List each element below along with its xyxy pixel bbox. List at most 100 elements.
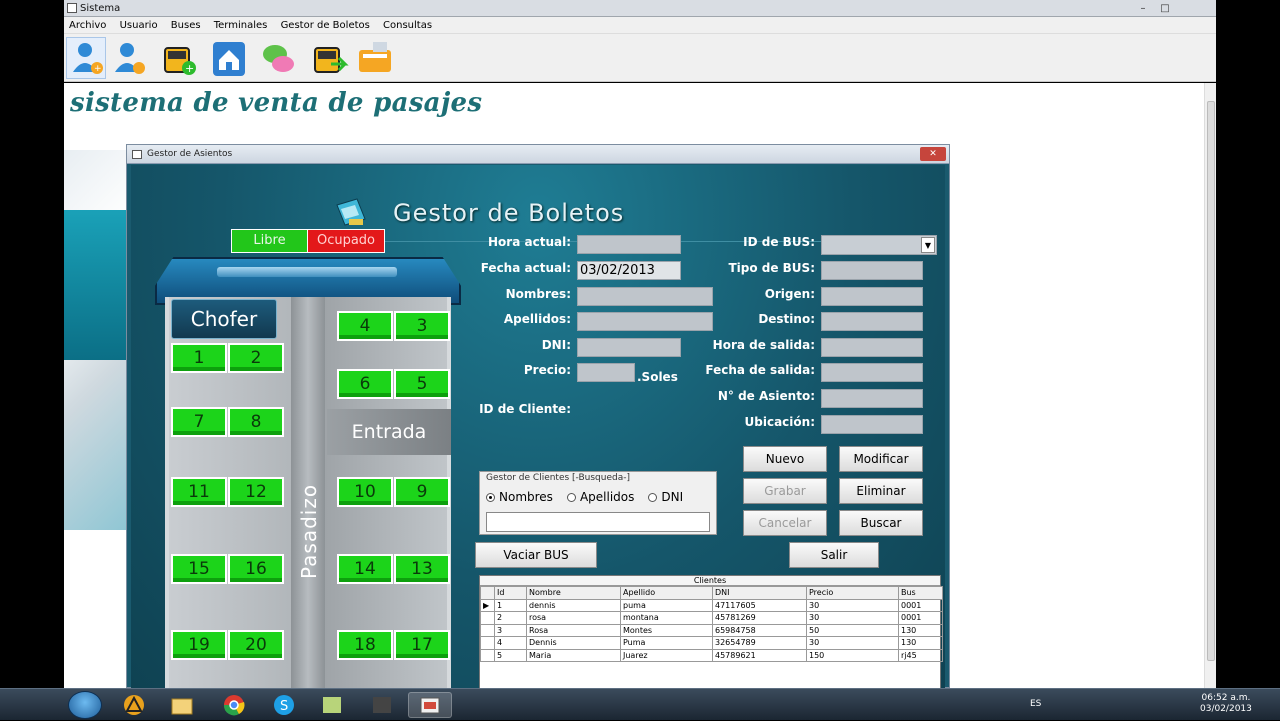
start-button[interactable] (68, 691, 102, 719)
seat-18[interactable]: 18 (337, 630, 393, 660)
origen-field[interactable] (821, 287, 923, 306)
cell: 4 (494, 636, 527, 650)
cancelar-button[interactable]: Cancelar (743, 510, 827, 536)
minimize-button[interactable]: – (1132, 2, 1154, 16)
nombres-field[interactable] (577, 287, 713, 306)
seat-8[interactable]: 8 (228, 407, 284, 437)
language-indicator[interactable]: ES (1030, 699, 1041, 709)
fecha-actual-field[interactable]: 03/02/2013 (577, 261, 681, 280)
seat-15[interactable]: 15 (171, 554, 227, 584)
grabar-button[interactable]: Grabar (743, 478, 827, 504)
seat-10[interactable]: 10 (337, 477, 393, 507)
home-icon (213, 42, 245, 76)
taskbar-app-video[interactable] (360, 692, 404, 718)
seat-13[interactable]: 13 (394, 554, 450, 584)
seat-19[interactable]: 19 (171, 630, 227, 660)
clients-grid: Clientes Id Nombre Apellido DNI Precio B… (479, 575, 943, 689)
vaciar-bus-button[interactable]: Vaciar BUS (475, 542, 597, 568)
hora-salida-field[interactable] (821, 338, 923, 357)
aisle-label: Pasadizo (297, 483, 321, 579)
nuevo-button[interactable]: Nuevo (743, 446, 827, 472)
clock[interactable]: 06:52 a.m. 03/02/2013 (1200, 693, 1252, 715)
menu-gestor-de-boletos[interactable]: Gestor de Boletos (276, 17, 375, 34)
cell: Montes (620, 623, 713, 637)
seat-4[interactable]: 4 (337, 311, 393, 341)
buscar-button[interactable]: Buscar (839, 510, 923, 536)
destino-label: Destino: (758, 312, 815, 326)
menu-buses[interactable]: Buses (166, 17, 206, 34)
edit-user-button[interactable] (108, 37, 148, 79)
seat-11[interactable]: 11 (171, 477, 227, 507)
col-nombre[interactable]: Nombre (526, 586, 621, 600)
client-search-group: Gestor de Clientes [-Busqueda-] Nombres … (479, 471, 717, 535)
cell: 3 (494, 623, 527, 637)
radio-apellidos[interactable]: Apellidos (566, 490, 634, 504)
taskbar-sistema[interactable] (408, 692, 452, 718)
dialog-titlebar[interactable]: Gestor de Asientos ✕ (127, 145, 949, 164)
menu-archivo[interactable]: Archivo (64, 17, 111, 34)
table-row[interactable]: 3 Rosa Montes 65984758 50 130 (480, 623, 943, 637)
radio-nombres[interactable]: Nombres (486, 490, 553, 504)
col-precio[interactable]: Precio (806, 586, 899, 600)
salir-button[interactable]: Salir (789, 542, 879, 568)
menu-terminales[interactable]: Terminales (209, 17, 273, 34)
fecha-salida-field[interactable] (821, 363, 923, 382)
seat-7[interactable]: 7 (171, 407, 227, 437)
taskbar-skype[interactable]: S (262, 692, 306, 718)
sell-ticket-button[interactable] (308, 37, 349, 79)
apellidos-field[interactable] (577, 312, 713, 331)
n-asiento-field[interactable] (821, 389, 923, 408)
radio-selected-icon (486, 492, 495, 502)
dialog-close-button[interactable]: ✕ (920, 147, 946, 161)
table-row[interactable]: 2 rosa montana 45781269 30 0001 (480, 611, 943, 625)
seat-5[interactable]: 5 (394, 369, 450, 399)
col-id[interactable]: Id (494, 586, 527, 600)
id-bus-select[interactable]: ▼ (821, 235, 937, 255)
bus-ticket-icon (314, 47, 349, 73)
seat-16[interactable]: 16 (228, 554, 284, 584)
video-app-icon (373, 697, 391, 713)
col-dni[interactable]: DNI (712, 586, 807, 600)
modificar-button[interactable]: Modificar (839, 446, 923, 472)
col-bus[interactable]: Bus (898, 586, 943, 600)
seat-3[interactable]: 3 (394, 311, 450, 341)
maximize-button[interactable]: □ (1154, 2, 1176, 16)
pay-button[interactable] (354, 37, 394, 79)
seat-1[interactable]: 1 (171, 343, 227, 373)
seat-14[interactable]: 14 (337, 554, 393, 584)
home-button[interactable] (208, 37, 248, 79)
taskbar-chrome[interactable] (212, 692, 256, 718)
radio-dni[interactable]: DNI (648, 490, 683, 504)
terminals-button[interactable] (258, 37, 298, 79)
menu-consultas[interactable]: Consultas (378, 17, 437, 34)
seat-20[interactable]: 20 (228, 630, 284, 660)
destino-field[interactable] (821, 312, 923, 331)
table-row[interactable]: 4 Dennis Puma 32654789 30 130 (480, 636, 943, 650)
ubicacion-field[interactable] (821, 415, 923, 434)
taskbar-explorer[interactable] (160, 692, 204, 718)
dni-field[interactable] (577, 338, 681, 357)
vertical-scrollbar[interactable] (1204, 83, 1216, 688)
payment-icon (359, 42, 391, 72)
eliminar-button[interactable]: Eliminar (839, 478, 923, 504)
table-row[interactable]: ▶ 1 dennis puma 47117605 30 0001 (480, 598, 943, 612)
bus-entrance: Entrada (327, 409, 451, 455)
precio-field[interactable] (577, 363, 635, 382)
table-row[interactable]: 5 Maria Juarez 45789621 150 rj45 (480, 648, 943, 662)
seat-17[interactable]: 17 (394, 630, 450, 660)
seat-6[interactable]: 6 (337, 369, 393, 399)
seat-2[interactable]: 2 (228, 343, 284, 373)
menu-usuario[interactable]: Usuario (115, 17, 163, 34)
tipo-bus-field[interactable] (821, 261, 923, 280)
hora-actual-field[interactable] (577, 235, 681, 254)
taskbar-notes[interactable] (310, 692, 354, 718)
add-bus-button[interactable]: + (158, 37, 198, 79)
col-apellido[interactable]: Apellido (620, 586, 713, 600)
cell: 0001 (898, 598, 943, 612)
taskbar-app-1[interactable] (112, 692, 156, 718)
add-user-button[interactable]: + (66, 37, 106, 79)
client-search-input[interactable] (486, 512, 710, 532)
seat-12[interactable]: 12 (228, 477, 284, 507)
cell: 0001 (898, 611, 943, 625)
seat-9[interactable]: 9 (394, 477, 450, 507)
